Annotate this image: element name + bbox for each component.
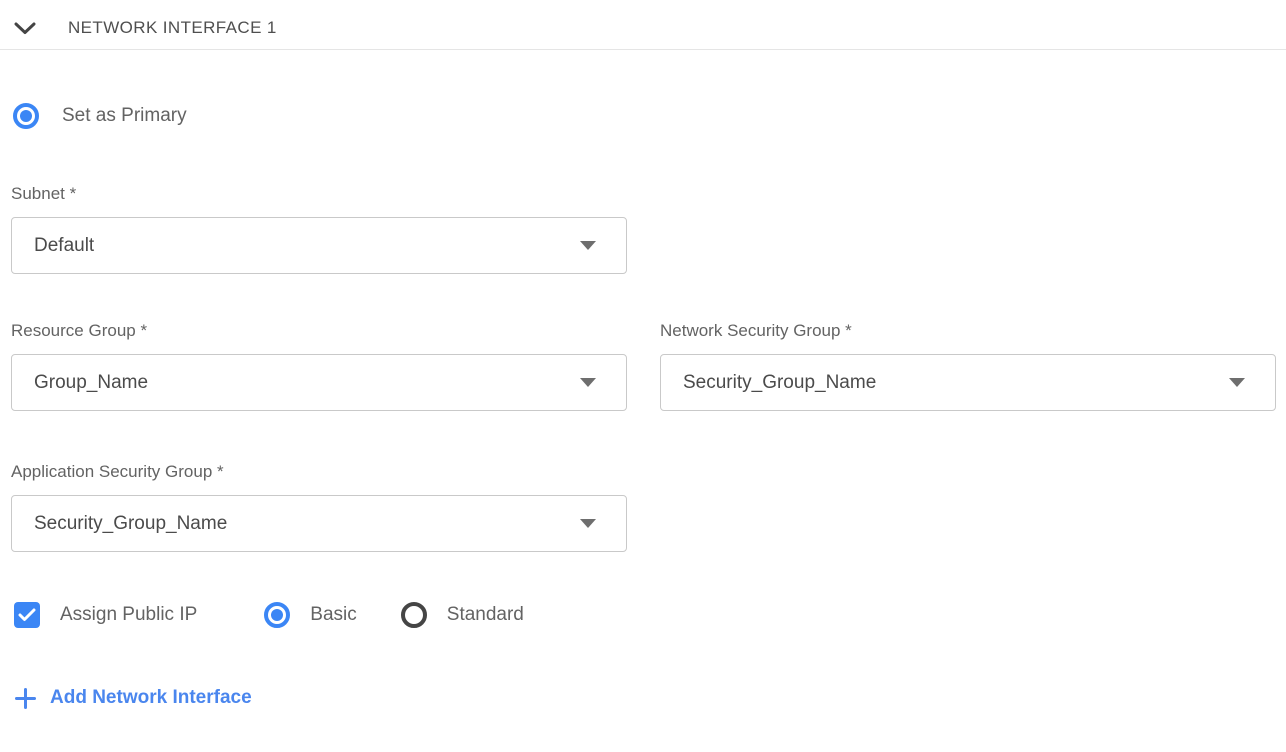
assign-public-ip-option[interactable]: Assign Public IP	[14, 602, 197, 628]
dropdown-caret-icon	[580, 519, 596, 528]
dropdown-caret-icon	[580, 241, 596, 250]
dropdown-caret-icon	[580, 378, 596, 387]
network-security-group-select[interactable]: Security_Group_Name	[660, 354, 1276, 411]
radio-selected-icon[interactable]	[264, 602, 290, 628]
ip-sku-basic-option[interactable]: Basic	[264, 602, 356, 628]
add-network-interface-label: Add Network Interface	[50, 687, 252, 709]
resource-group-value: Group_Name	[34, 372, 148, 394]
chevron-down-icon[interactable]	[14, 22, 36, 35]
checkbox-checked-icon[interactable]	[14, 602, 40, 628]
network-interface-panel: NETWORK INTERFACE 1 Set as Primary Subne…	[0, 0, 1286, 752]
set-as-primary-option[interactable]: Set as Primary	[13, 103, 1286, 129]
subnet-value: Default	[34, 235, 94, 257]
subnet-select[interactable]: Default	[11, 217, 627, 274]
network-security-group-field: Network Security Group * Security_Group_…	[660, 321, 1276, 411]
radio-unselected-icon[interactable]	[401, 602, 427, 628]
resource-group-label: Resource Group *	[11, 321, 627, 341]
subnet-field: Subnet * Default	[11, 184, 627, 274]
dropdown-caret-icon	[1229, 378, 1245, 387]
application-security-group-value: Security_Group_Name	[34, 513, 227, 535]
section-divider	[0, 49, 1286, 50]
subnet-label: Subnet *	[11, 184, 627, 204]
resource-group-field: Resource Group * Group_Name	[11, 321, 627, 411]
ip-sku-basic-label: Basic	[310, 604, 356, 626]
section-header[interactable]: NETWORK INTERFACE 1	[0, 0, 1286, 42]
application-security-group-label: Application Security Group *	[11, 462, 627, 482]
network-security-group-value: Security_Group_Name	[683, 372, 876, 394]
application-security-group-select[interactable]: Security_Group_Name	[11, 495, 627, 552]
radio-selected-icon[interactable]	[13, 103, 39, 129]
assign-public-ip-label: Assign Public IP	[60, 604, 197, 626]
ip-sku-standard-option[interactable]: Standard	[401, 602, 524, 628]
ip-sku-standard-label: Standard	[447, 604, 524, 626]
plus-icon	[15, 688, 36, 709]
application-security-group-field: Application Security Group * Security_Gr…	[11, 462, 627, 552]
network-security-group-label: Network Security Group *	[660, 321, 1276, 341]
section-title: NETWORK INTERFACE 1	[68, 18, 277, 38]
set-as-primary-label: Set as Primary	[62, 105, 187, 127]
resource-group-select[interactable]: Group_Name	[11, 354, 627, 411]
add-network-interface-button[interactable]: Add Network Interface	[15, 687, 252, 709]
